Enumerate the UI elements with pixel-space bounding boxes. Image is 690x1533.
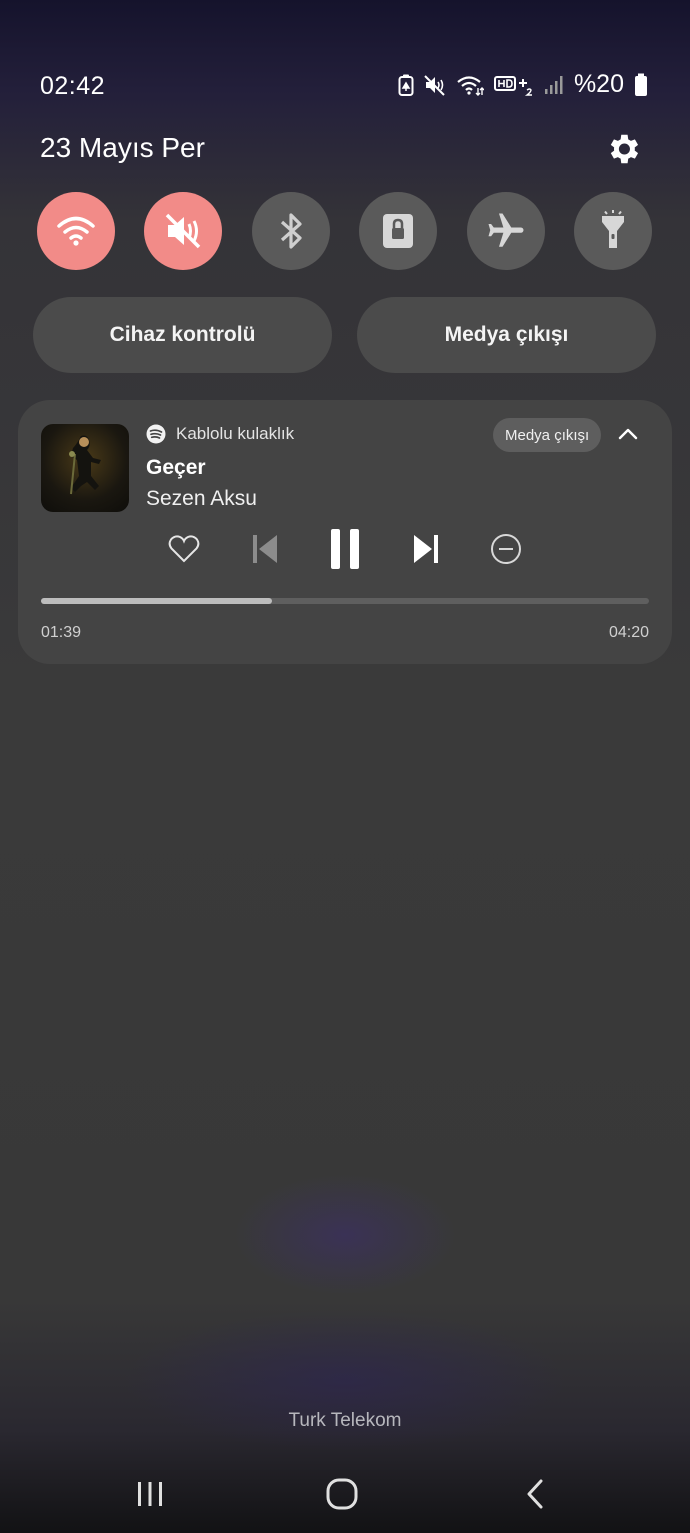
wifi-icon [457, 75, 484, 96]
media-source: Kablolu kulaklık [146, 424, 294, 444]
quick-actions: Cihaz kontrolü Medya çıkışı [33, 297, 657, 373]
gear-icon [610, 134, 639, 164]
skip-previous-icon [253, 535, 277, 563]
media-output-chip[interactable]: Medya çıkışı [493, 418, 602, 452]
recent-apps-icon [138, 1482, 162, 1506]
back-icon [527, 1479, 543, 1509]
mute-icon [165, 213, 201, 249]
elapsed-time: 01:39 [41, 624, 82, 641]
previous-button[interactable] [244, 528, 286, 570]
back-button[interactable] [510, 1474, 560, 1514]
remove-button[interactable] [485, 528, 527, 570]
media-output-button[interactable]: Medya çıkışı [357, 297, 656, 373]
song-title: Geçer [146, 456, 206, 479]
like-button[interactable] [163, 528, 205, 570]
collapse-button[interactable] [614, 420, 642, 448]
tile-flashlight[interactable] [574, 192, 652, 270]
song-artist: Sezen Aksu [146, 487, 257, 510]
lock-icon [383, 214, 413, 248]
navigation-bar [0, 1460, 690, 1533]
quick-settings-tiles [37, 192, 653, 272]
home-icon [326, 1478, 358, 1510]
skip-next-icon [414, 535, 438, 563]
tile-sound[interactable] [144, 192, 222, 270]
status-icons: %20 [398, 70, 648, 99]
chevron-up-icon [618, 428, 638, 440]
device-control-button[interactable]: Cihaz kontrolü [33, 297, 332, 373]
media-controls [18, 528, 672, 570]
battery-saver-icon [398, 74, 414, 96]
pause-button[interactable] [324, 528, 366, 570]
wifi-icon [57, 216, 95, 246]
hd-voice-icon [493, 75, 532, 96]
album-art-image [69, 435, 101, 495]
pause-icon [331, 529, 359, 569]
date-label: 23 Mayıs Per [40, 132, 205, 163]
recent-apps-button[interactable] [125, 1474, 175, 1514]
battery-icon [635, 73, 647, 96]
flashlight-icon [602, 210, 624, 248]
tile-bluetooth[interactable] [252, 192, 330, 270]
airplane-icon [488, 213, 524, 247]
bluetooth-icon [280, 213, 302, 249]
album-art [41, 424, 129, 512]
tile-lock-screen[interactable] [359, 192, 437, 270]
home-button[interactable] [317, 1474, 367, 1514]
progress-bar[interactable] [41, 598, 649, 604]
heart-icon [168, 535, 200, 563]
progress-fill [41, 598, 273, 604]
signal-icon [544, 75, 563, 94]
media-player-card[interactable]: Kablolu kulaklık Medya çıkışı Geçer Seze… [18, 400, 672, 664]
total-time: 04:20 [608, 624, 649, 641]
spotify-icon [146, 424, 166, 444]
next-button[interactable] [405, 528, 447, 570]
tile-airplane[interactable] [467, 192, 545, 270]
media-source-label: Kablolu kulaklık [176, 424, 295, 443]
battery-percent: %20 [573, 70, 624, 98]
tile-wifi[interactable] [37, 192, 115, 270]
status-bar: 02:42 %20 [0, 62, 690, 108]
status-clock: 02:42 [40, 72, 106, 100]
mute-icon [424, 74, 445, 96]
settings-button[interactable] [604, 130, 642, 168]
carrier-label: Turk Telekom [288, 1410, 402, 1431]
minus-circle-icon [491, 534, 521, 564]
